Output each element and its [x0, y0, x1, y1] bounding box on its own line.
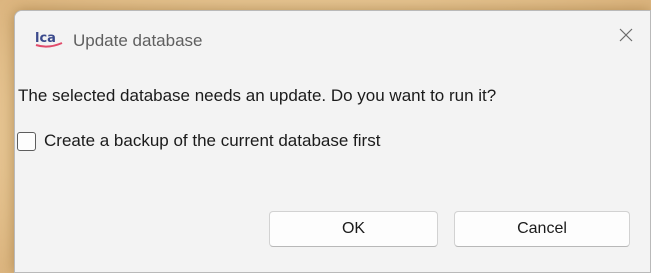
- lca-app-icon: lca: [35, 31, 63, 48]
- dialog-message: The selected database needs an update. D…: [18, 86, 497, 105]
- backup-checkbox-label[interactable]: Create a backup of the current database …: [44, 131, 380, 151]
- close-icon: [619, 28, 633, 42]
- ok-button[interactable]: OK: [269, 211, 438, 247]
- cancel-button[interactable]: Cancel: [454, 211, 630, 247]
- backup-checkbox[interactable]: [17, 131, 36, 151]
- lca-app-icon-text: lca: [35, 31, 56, 46]
- title-bar: lca Update database: [15, 11, 650, 69]
- dialog-title: Update database: [73, 31, 203, 50]
- close-button[interactable]: [602, 11, 650, 59]
- backup-checkbox-row[interactable]: Create a backup of the current database …: [17, 130, 380, 152]
